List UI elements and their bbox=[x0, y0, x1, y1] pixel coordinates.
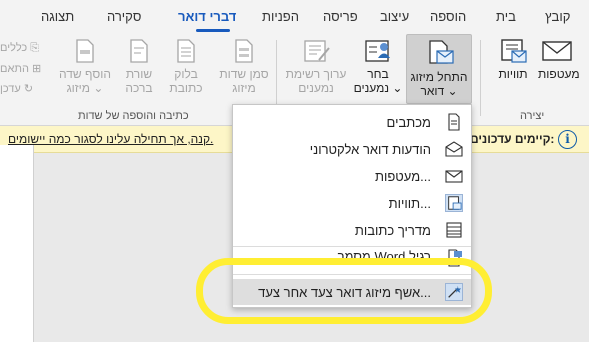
tab-review[interactable]: סקירה bbox=[107, 9, 141, 24]
labels-label: תוויות bbox=[498, 67, 528, 81]
menu-item-email-messages[interactable]: הודעות דואר אלקטרוני bbox=[233, 136, 471, 162]
menu-separator bbox=[233, 246, 471, 247]
rules-icon: ⎘ bbox=[30, 42, 40, 54]
menu-item-labels[interactable]: תוויות... bbox=[233, 190, 471, 216]
message-bar-text[interactable]: קנה, אך תחילה עלינו לסגור כמה יישומים. bbox=[8, 132, 213, 146]
label-icon bbox=[445, 194, 463, 212]
greeting-line-line2: ברכה bbox=[125, 81, 153, 95]
tab-file[interactable]: קובץ bbox=[545, 9, 570, 24]
menu-item-letters[interactable]: מכתבים bbox=[233, 109, 471, 135]
greeting-line-line1: שורת bbox=[125, 67, 153, 81]
edit-list-line2: נמענים bbox=[298, 81, 334, 95]
group-separator bbox=[480, 40, 481, 116]
menu-item-directory-label: מדריך כתובות bbox=[354, 223, 431, 238]
select-recipients-line2: נמענים bbox=[353, 81, 390, 95]
insert-field-line1: הוסף שדה bbox=[59, 67, 111, 81]
edit-list-icon bbox=[304, 40, 330, 62]
insert-field-dropdown-arrow: ⌄ bbox=[93, 81, 104, 95]
rules-label: כללים bbox=[0, 42, 28, 54]
select-recipients-line1: בחר bbox=[367, 67, 389, 81]
update-labels-button[interactable]: עדכן ↻ bbox=[0, 82, 33, 95]
directory-icon bbox=[446, 222, 462, 238]
tab-view[interactable]: תצוגה bbox=[41, 9, 74, 24]
edit-recipient-list-button[interactable]: ערוך רשימת נמענים bbox=[284, 38, 348, 95]
menu-item-envelopes-label: מעטפות... bbox=[375, 169, 431, 184]
rules-button[interactable]: כללים ⎘ bbox=[0, 42, 39, 55]
write-insert-group-label: כתיבה והוספה של שדות bbox=[78, 110, 189, 122]
tab-layout[interactable]: פריסה bbox=[323, 9, 358, 24]
start-merge-line2: דואר bbox=[420, 84, 445, 98]
highlight-fields-line1: סמן שדות bbox=[219, 67, 269, 81]
menu-item-letters-label: מכתבים bbox=[386, 115, 431, 130]
start-mail-merge-icon bbox=[429, 40, 454, 64]
address-block-icon bbox=[177, 39, 195, 63]
start-merge-line1: התחל מיזוג bbox=[410, 70, 468, 84]
edit-list-line1: ערוך רשימת bbox=[285, 67, 347, 81]
match-fields-label: התאם bbox=[0, 63, 29, 75]
match-fields-icon: ⊞ bbox=[32, 63, 42, 75]
highlight-fields-line2: מיזוג bbox=[232, 81, 256, 95]
match-fields-button[interactable]: התאם ⊞ bbox=[0, 62, 41, 75]
letter-document-icon bbox=[448, 113, 460, 131]
menu-item-directory[interactable]: מדריך כתובות bbox=[233, 217, 471, 243]
info-icon: i bbox=[558, 130, 577, 149]
select-recipients-dropdown-arrow: ⌄ bbox=[392, 81, 403, 95]
insert-field-icon bbox=[76, 39, 94, 63]
highlight-fields-icon bbox=[235, 39, 253, 63]
labels-button[interactable]: תוויות bbox=[492, 38, 534, 81]
address-block-line1: בלוק bbox=[174, 67, 198, 81]
active-tab-indicator bbox=[196, 29, 230, 32]
insert-merge-field-button[interactable]: הוסף שדה מיזוג ⌄ bbox=[56, 38, 114, 95]
create-group-label: יצירה bbox=[520, 110, 545, 122]
start-merge-dropdown-arrow: ⌄ bbox=[447, 84, 458, 98]
insert-field-line2: מיזוג bbox=[66, 81, 91, 95]
ribbon-tabs: קובץ בית הוספה עיצוב פריסה הפניות דברי ד… bbox=[0, 0, 589, 34]
tab-design[interactable]: עיצוב bbox=[380, 9, 409, 24]
label-icon bbox=[501, 39, 527, 63]
select-recipients-button[interactable]: בחר נמענים ⌄ bbox=[352, 38, 404, 95]
select-recipients-icon bbox=[365, 40, 390, 62]
highlighter-circle-annotation bbox=[196, 258, 492, 324]
address-block-button[interactable]: בלוק כתובת bbox=[162, 38, 210, 95]
tab-home[interactable]: בית bbox=[496, 9, 516, 24]
envelope-icon bbox=[542, 41, 572, 61]
tab-mailings[interactable]: דברי דואר bbox=[178, 9, 236, 24]
envelope-icon bbox=[445, 170, 463, 183]
address-block-line2: כתובת bbox=[169, 81, 203, 95]
menu-item-labels-label: תוויות... bbox=[388, 196, 431, 211]
greeting-line-icon bbox=[130, 39, 148, 63]
tab-insert[interactable]: הוספה bbox=[430, 9, 466, 24]
start-mail-merge-button[interactable]: התחל מיזוג דואר ⌄ bbox=[406, 34, 472, 104]
update-labels-icon: ↻ bbox=[23, 83, 34, 95]
update-labels-label: עדכן bbox=[0, 83, 21, 95]
menu-item-email-label: הודעות דואר אלקטרוני bbox=[309, 142, 431, 157]
document-page[interactable] bbox=[0, 145, 34, 342]
menu-item-envelopes[interactable]: מעטפות... bbox=[233, 163, 471, 189]
tab-references[interactable]: הפניות bbox=[262, 9, 299, 24]
envelopes-label: מעטפות bbox=[538, 67, 580, 81]
greeting-line-button[interactable]: שורת ברכה bbox=[118, 38, 160, 95]
envelopes-button[interactable]: מעטפות bbox=[538, 38, 580, 81]
email-open-icon bbox=[445, 141, 463, 157]
highlight-merge-fields-button[interactable]: סמן שדות מיזוג bbox=[218, 38, 270, 95]
message-bar-title: קיימים עדכונים: bbox=[470, 132, 555, 146]
